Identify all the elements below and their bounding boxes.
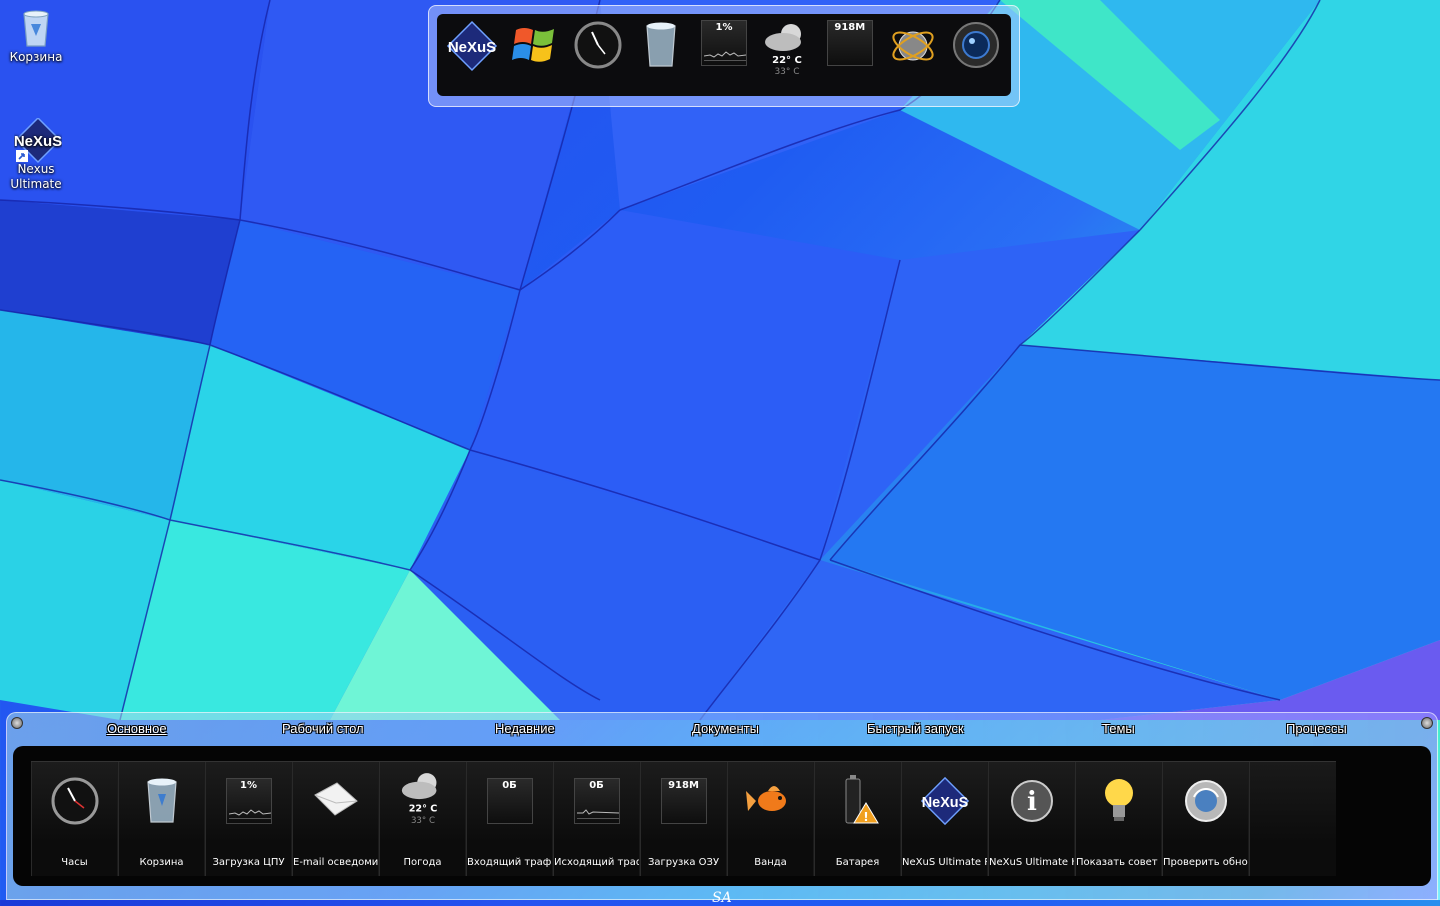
shelf-item-label: Показать совет д xyxy=(1076,857,1161,868)
shelf-item-email[interactable]: E-mail осведомит xyxy=(292,762,379,876)
clock-icon xyxy=(574,21,622,69)
recycle-bin-icon xyxy=(14,6,58,50)
shelf-item-check-updates[interactable]: Проверить обнов xyxy=(1162,762,1249,876)
shelf-item-wanda[interactable]: Ванда xyxy=(727,762,814,876)
tab-desktop[interactable]: Рабочий стол xyxy=(282,721,364,736)
nexus-logo-icon: NeXuS xyxy=(14,116,62,164)
shelf-item-show-tip[interactable]: Показать совет д xyxy=(1075,762,1162,876)
desktop-icon-recycle-bin[interactable]: Корзина xyxy=(0,6,72,65)
desktop-icon-label: Корзина xyxy=(9,50,63,64)
dock-item-clock[interactable] xyxy=(567,20,630,90)
weather-icon: 22° C 33° C xyxy=(398,773,448,826)
svg-text:NeXuS: NeXuS xyxy=(448,39,496,56)
signature-text: SA xyxy=(712,890,732,906)
shelf-item-battery[interactable]: ! Батарея xyxy=(814,762,901,876)
shelf-item-label: Погода xyxy=(403,857,442,868)
bottom-shelf-bar: Основное Рабочий стол Недавние Документы… xyxy=(6,712,1438,906)
shelf-item-clock[interactable]: Часы xyxy=(31,762,118,876)
svg-text:22° C: 22° C xyxy=(408,804,437,815)
nexus-logo-icon: NeXuS xyxy=(920,776,970,826)
ram-value: 918M xyxy=(668,780,699,791)
shelf-item-ram-load[interactable]: 918M Загрузка ОЗУ xyxy=(640,762,727,876)
svg-text:33° C: 33° C xyxy=(410,816,434,826)
nexus-logo-icon: NeXuS xyxy=(447,20,498,72)
dock-item-weather[interactable]: 22° C 33° C xyxy=(755,20,818,90)
desktop-icon-nexus-ultimate[interactable]: NeXuS Nexus Ultimate xyxy=(0,116,72,192)
shelf-item-outgoing-traffic[interactable]: 0Б Исходящий траф xyxy=(553,762,640,876)
dock-item-network[interactable] xyxy=(881,20,944,90)
dock-item-cpu[interactable]: 1% xyxy=(693,20,756,90)
weather-icon: 22° C 33° C xyxy=(764,24,802,77)
tab-recent[interactable]: Недавние xyxy=(495,721,555,736)
globe-network-icon xyxy=(892,31,934,61)
shelf-item-label: Проверить обнов xyxy=(1163,857,1248,868)
shelf-item-label: Входящий трафи xyxy=(467,857,552,868)
svg-text:NeXuS: NeXuS xyxy=(921,795,968,811)
svg-text:33° C: 33° C xyxy=(774,67,799,77)
network-in-monitor-icon: 0Б xyxy=(485,776,535,826)
info-icon: i xyxy=(1007,776,1057,826)
shelf-item-label: NeXuS Ultimate H xyxy=(989,857,1074,868)
recycle-bin-icon xyxy=(137,776,187,826)
dock-item-ram[interactable]: 918M xyxy=(818,20,881,90)
shelf-item-label: Корзина xyxy=(139,857,184,868)
tab-processes[interactable]: Процессы xyxy=(1286,721,1347,736)
network-out-monitor-icon: 0Б xyxy=(572,776,622,826)
ram-value: 918M xyxy=(834,22,866,33)
battery-warning-icon: ! xyxy=(833,775,883,826)
dock-item-windows[interactable] xyxy=(504,20,567,90)
traffic-out-value: 0Б xyxy=(589,780,604,791)
update-globe-icon xyxy=(1181,776,1231,826)
shelf-item-label: Загрузка ЦПУ xyxy=(212,857,285,868)
cpu-value: 1% xyxy=(715,22,733,33)
shelf-item-label: Батарея xyxy=(835,857,880,868)
top-dock: NeXuS 1% 22° C 33° C 918M xyxy=(428,5,1020,107)
cpu-monitor-icon: 1% xyxy=(224,776,274,826)
shelf-item-label: Исходящий траф xyxy=(554,857,639,868)
tab-themes[interactable]: Темы xyxy=(1102,721,1135,736)
shelf-item-cpu-load[interactable]: 1% Загрузка ЦПУ xyxy=(205,762,292,876)
ram-monitor-icon: 918M xyxy=(659,776,709,826)
clock-icon xyxy=(50,776,100,826)
ram-monitor-icon: 918M xyxy=(826,20,873,66)
svg-text:i: i xyxy=(1027,787,1037,817)
dock-item-recycle-bin[interactable] xyxy=(630,20,693,90)
lightbulb-icon xyxy=(1094,776,1144,826)
cpu-value: 1% xyxy=(240,780,257,791)
svg-text:!: ! xyxy=(863,810,868,824)
shelf-item-recycle-bin[interactable]: Корзина xyxy=(118,762,205,876)
shelf-item-label: E-mail осведомит xyxy=(293,857,378,868)
shelf-item-label: Ванда xyxy=(754,857,787,868)
camera-lens-icon xyxy=(952,22,999,68)
envelope-icon xyxy=(311,776,361,826)
traffic-in-value: 0Б xyxy=(502,780,517,791)
shelf-item-nexus-help[interactable]: i NeXuS Ultimate H xyxy=(988,762,1075,876)
shelf-item-nexus-pro[interactable]: NeXuS NeXuS Ultimate Pr xyxy=(901,762,988,876)
bottom-shelf: Часы Корзина 1% Загрузка ЦПУ E-mail осве… xyxy=(13,746,1431,886)
recycle-bin-icon xyxy=(646,22,676,67)
shelf-item-weather[interactable]: 22° C 33° C Погода xyxy=(379,762,466,876)
svg-text:NeXuS: NeXuS xyxy=(14,133,62,150)
shelf-item-incoming-traffic[interactable]: 0Б Входящий трафи xyxy=(466,762,553,876)
shelf-empty-slot xyxy=(1249,762,1336,876)
tab-quick-launch[interactable]: Быстрый запуск xyxy=(867,721,964,736)
shelf-items: Часы Корзина 1% Загрузка ЦПУ E-mail осве… xyxy=(31,761,1336,876)
dock-item-nexus[interactable]: NeXuS xyxy=(441,20,504,90)
desktop-icon-label: Nexus Ultimate xyxy=(10,162,62,191)
windows-logo-icon xyxy=(512,28,555,62)
goldfish-icon xyxy=(745,776,796,826)
shelf-item-label: Часы xyxy=(61,857,88,868)
tab-strip: Основное Рабочий стол Недавние Документы… xyxy=(7,721,1437,741)
svg-text:22° C: 22° C xyxy=(772,55,802,66)
dock-item-camera[interactable] xyxy=(944,20,1007,90)
shelf-item-label: Загрузка ОЗУ xyxy=(647,857,720,868)
tab-documents[interactable]: Документы xyxy=(692,721,759,736)
tab-main[interactable]: Основное xyxy=(107,721,167,736)
shelf-item-label: NeXuS Ultimate Pr xyxy=(902,857,987,868)
top-dock-shelf: NeXuS 1% 22° C 33° C 918M xyxy=(437,14,1011,96)
cpu-monitor-icon: 1% xyxy=(701,20,747,66)
